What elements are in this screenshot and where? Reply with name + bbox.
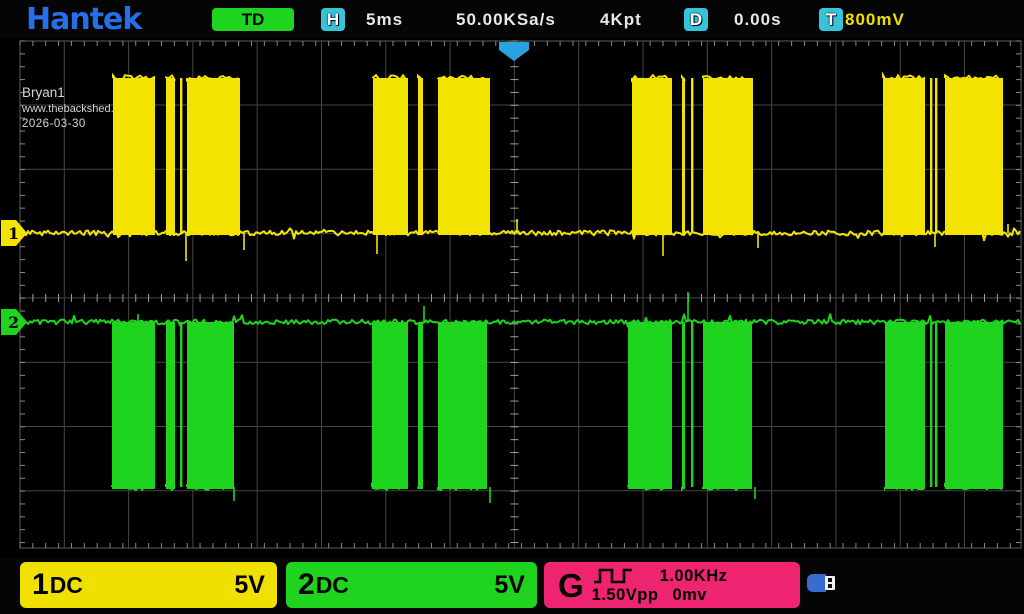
horizontal-badge-icon: H bbox=[321, 8, 345, 31]
waveform-traces: 12 bbox=[0, 38, 1024, 558]
svg-text:2: 2 bbox=[8, 313, 19, 332]
trigger-status-badge: TD bbox=[212, 8, 294, 31]
square-wave-icon bbox=[592, 566, 634, 586]
generator-badge: G 1.00KHz 1.50Vpp 0mv bbox=[544, 562, 800, 608]
channel1-scale: 5V bbox=[234, 571, 265, 600]
waveform-display: Bryan1 www.thebackshed.com 2026-03-30 12 bbox=[0, 38, 1024, 558]
generator-frequency: 1.00KHz bbox=[660, 567, 728, 585]
oscilloscope-screen: Hantek TD H 5ms 50.00KSa/s 4Kpt D 0.00s … bbox=[0, 0, 1024, 614]
horizontal-offset-value: 0.00s bbox=[734, 10, 782, 30]
sample-rate-value: 50.00KSa/s bbox=[456, 10, 556, 30]
trigger-badge-icon: T bbox=[819, 8, 843, 31]
delay-badge-icon: D bbox=[684, 8, 708, 31]
generator-amplitude: 1.50Vpp bbox=[592, 586, 659, 604]
generator-offset: 0mv bbox=[672, 586, 707, 604]
footer-bar: 1 DC 5V 2 DC 5V G 1.00KHz 1.50Vpp 0mv bbox=[0, 558, 1024, 614]
channel1-number: 1 bbox=[32, 570, 49, 600]
channel1-badge: 1 DC 5V bbox=[20, 562, 277, 608]
channel2-number: 2 bbox=[298, 570, 315, 600]
memory-depth-value: 4Kpt bbox=[600, 10, 642, 30]
svg-text:1: 1 bbox=[8, 224, 19, 243]
hantek-logo: Hantek bbox=[26, 2, 141, 37]
channel1-coupling: DC bbox=[50, 574, 83, 597]
timebase-value: 5ms bbox=[366, 10, 403, 30]
channel2-badge: 2 DC 5V bbox=[286, 562, 537, 608]
header-bar: Hantek TD H 5ms 50.00KSa/s 4Kpt D 0.00s … bbox=[0, 0, 1024, 38]
usb-drive-icon bbox=[806, 572, 840, 594]
generator-label: G bbox=[558, 569, 584, 602]
channel2-coupling: DC bbox=[316, 574, 349, 597]
channel2-scale: 5V bbox=[494, 571, 525, 600]
trigger-level-value: 800mV bbox=[845, 10, 905, 30]
